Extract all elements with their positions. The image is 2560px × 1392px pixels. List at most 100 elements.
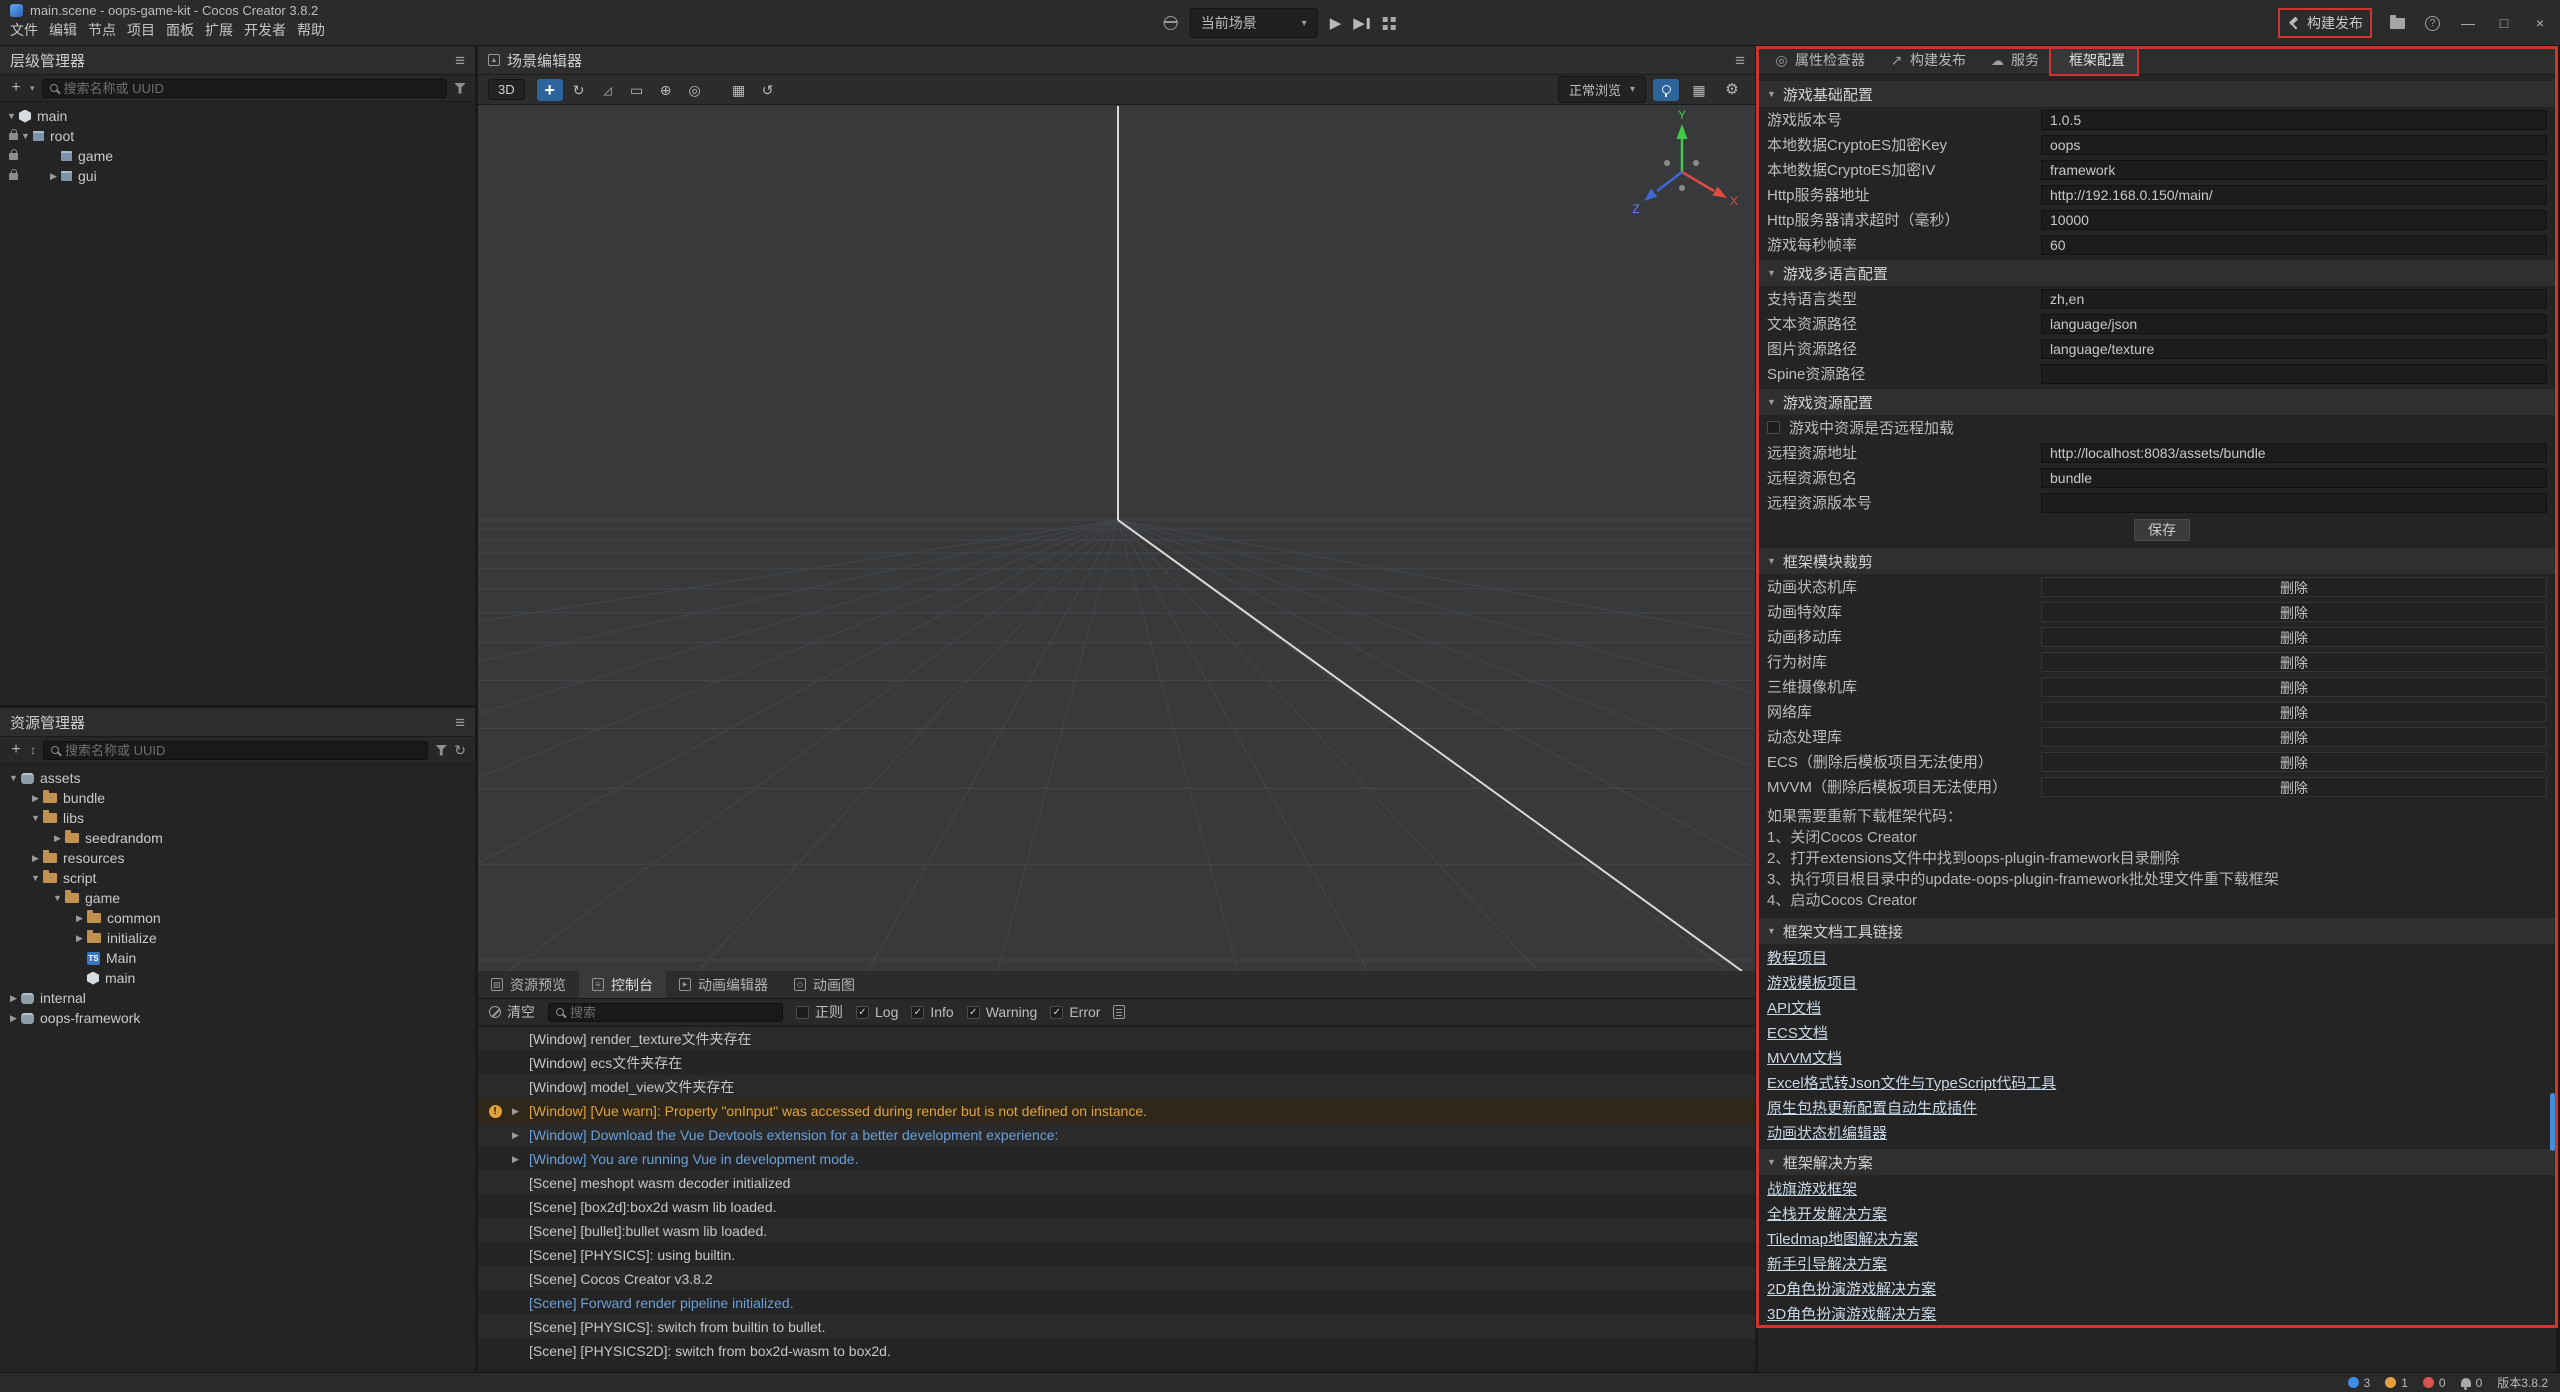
console-search[interactable]: [548, 1003, 783, 1022]
panel-menu-icon[interactable]: [455, 52, 465, 69]
section-resource-config[interactable]: 游戏资源配置: [1758, 389, 2556, 415]
inspector-tab[interactable]: 构建发布: [1877, 46, 1978, 74]
render-mode-select[interactable]: 正常浏览 ▾: [1558, 76, 1646, 103]
error-count-badge[interactable]: 0: [2423, 1376, 2446, 1390]
notification-badge[interactable]: 0: [2461, 1376, 2483, 1390]
refresh-icon[interactable]: [454, 743, 466, 757]
console-tab[interactable]: 控制台: [579, 971, 666, 998]
log-row[interactable]: [Window] [Vue warn]: Property "onInput" …: [478, 1099, 1755, 1123]
delete-module-button[interactable]: 删除: [2041, 752, 2547, 772]
grid-visibility-button[interactable]: [1686, 79, 1712, 101]
add-asset-button[interactable]: [9, 742, 23, 758]
filter-icon[interactable]: [454, 83, 466, 94]
log-row[interactable]: [Window] You are running Vue in developm…: [478, 1147, 1755, 1171]
solution-link[interactable]: 2D角色扮演游戏解决方案: [1758, 1277, 2556, 1302]
property-input[interactable]: [2041, 135, 2547, 155]
expand-caret[interactable]: [28, 794, 43, 803]
property-input[interactable]: [2041, 160, 2547, 180]
tree-row[interactable]: gui: [0, 166, 475, 186]
lock-icon[interactable]: [9, 153, 18, 160]
lock-icon[interactable]: [9, 113, 18, 120]
section-doc-links[interactable]: 框架文档工具链接: [1758, 918, 2556, 944]
tree-row[interactable]: game: [0, 146, 475, 166]
clear-console-button[interactable]: 清空: [489, 1002, 535, 1022]
coordinate-space-button[interactable]: [682, 79, 708, 101]
log-row[interactable]: [Window] Download the Vue Devtools exten…: [478, 1123, 1755, 1147]
log-row[interactable]: [Scene] Forward render pipeline initiali…: [478, 1291, 1755, 1315]
add-node-button[interactable]: [9, 80, 23, 96]
section-solutions[interactable]: 框架解决方案: [1758, 1149, 2556, 1175]
log-filter-toggle[interactable]: Warning: [967, 1004, 1038, 1020]
log-row[interactable]: [Window] model_view文件夹存在: [478, 1075, 1755, 1099]
doc-link[interactable]: 游戏模板项目: [1758, 971, 2556, 996]
console-search-input[interactable]: [570, 1005, 775, 1020]
hierarchy-search[interactable]: [42, 79, 447, 98]
expand-caret[interactable]: [72, 934, 87, 943]
menu-item[interactable]: 节点: [88, 20, 127, 41]
doc-link[interactable]: MVVM文档: [1758, 1046, 2556, 1071]
delete-module-button[interactable]: 删除: [2041, 702, 2547, 722]
log-row[interactable]: [Scene] [box2d]:box2d wasm lib loaded.: [478, 1195, 1755, 1219]
inspector-tab[interactable]: 属性检查器: [1762, 46, 1877, 74]
solution-link[interactable]: 战旗游戏框架: [1758, 1177, 2556, 1202]
filter-checkbox[interactable]: [1050, 1006, 1063, 1019]
tree-row[interactable]: main: [0, 968, 475, 988]
regex-checkbox[interactable]: [796, 1006, 809, 1019]
tree-row[interactable]: common: [0, 908, 475, 928]
pivot-toggle-button[interactable]: [653, 79, 679, 101]
solution-link[interactable]: Tiledmap地图解决方案: [1758, 1227, 2556, 1252]
property-input[interactable]: [2041, 110, 2547, 130]
doc-link[interactable]: API文档: [1758, 996, 2556, 1021]
expand-caret[interactable]: [6, 774, 21, 783]
inspector-tab[interactable]: 服务: [1978, 46, 2051, 74]
log-row[interactable]: [Scene] meshopt wasm decoder initialized: [478, 1171, 1755, 1195]
expand-caret[interactable]: [28, 854, 43, 863]
property-input[interactable]: [2041, 235, 2547, 255]
expand-caret[interactable]: [50, 894, 65, 903]
menu-item[interactable]: 扩展: [205, 20, 244, 41]
assets-search[interactable]: [43, 741, 428, 760]
section-basic-config[interactable]: 游戏基础配置: [1758, 81, 2556, 107]
expand-caret[interactable]: [508, 1131, 523, 1140]
expand-caret[interactable]: [508, 1155, 523, 1164]
log-filter-toggle[interactable]: Error: [1050, 1004, 1100, 1020]
tree-row[interactable]: initialize: [0, 928, 475, 948]
doc-link[interactable]: Excel格式转Json文件与TypeScript代码工具: [1758, 1071, 2556, 1096]
scene-viewport[interactable]: Y X Z: [478, 106, 1755, 971]
expand-caret[interactable]: [46, 172, 61, 181]
snap-settings-button[interactable]: [726, 79, 752, 101]
property-input[interactable]: [2041, 185, 2547, 205]
info-count-badge[interactable]: 3: [2348, 1376, 2371, 1390]
tree-row[interactable]: assets: [0, 768, 475, 788]
lock-icon[interactable]: [9, 173, 18, 180]
property-input[interactable]: [2041, 289, 2547, 309]
save-button[interactable]: 保存: [2134, 519, 2190, 541]
regex-toggle[interactable]: 正则: [796, 1002, 843, 1022]
tree-row[interactable]: internal: [0, 988, 475, 1008]
expand-caret[interactable]: [6, 994, 21, 1003]
section-language-config[interactable]: 游戏多语言配置: [1758, 260, 2556, 286]
sort-icon[interactable]: [30, 744, 36, 756]
filter-icon[interactable]: [435, 745, 447, 756]
expand-caret[interactable]: [6, 1014, 21, 1023]
expand-caret[interactable]: [50, 834, 65, 843]
chevron-down-icon[interactable]: ▾: [30, 83, 35, 94]
step-button[interactable]: [1353, 14, 1369, 32]
log-filter-toggle[interactable]: Info: [911, 1004, 953, 1020]
property-input[interactable]: [2041, 364, 2547, 384]
tree-row[interactable]: game: [0, 888, 475, 908]
delete-module-button[interactable]: 删除: [2041, 577, 2547, 597]
doc-link[interactable]: 动画状态机编辑器: [1758, 1121, 2556, 1146]
expand-caret[interactable]: [72, 914, 87, 923]
menu-item[interactable]: 文件: [10, 20, 49, 41]
filter-checkbox[interactable]: [967, 1006, 980, 1019]
delete-module-button[interactable]: 删除: [2041, 677, 2547, 697]
log-row[interactable]: [Scene] [PHYSICS]: switch from builtin t…: [478, 1315, 1755, 1339]
log-row[interactable]: [Scene] [PHYSICS]: using builtin.: [478, 1243, 1755, 1267]
hierarchy-search-input[interactable]: [64, 81, 439, 96]
filter-checkbox[interactable]: [911, 1006, 924, 1019]
expand-caret[interactable]: [508, 1107, 523, 1116]
lock-icon[interactable]: [9, 133, 18, 140]
delete-module-button[interactable]: 删除: [2041, 652, 2547, 672]
property-input[interactable]: [2041, 210, 2547, 230]
